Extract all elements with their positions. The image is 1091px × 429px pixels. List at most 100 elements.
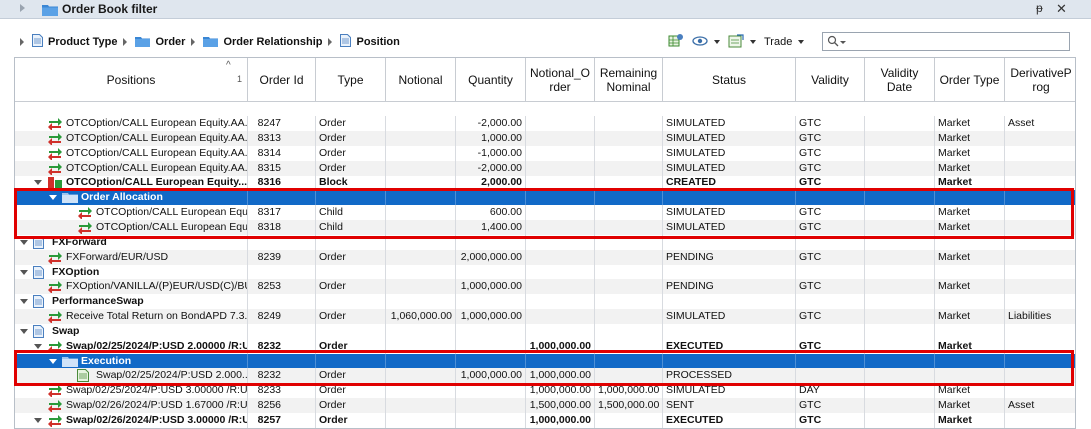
column-header-notional-order[interactable]: Notional_O rder <box>526 58 595 102</box>
breadcrumb-order-relationship[interactable]: Order Relationship <box>191 35 322 50</box>
position-cell[interactable]: OTCOption/CALL European Equi... <box>15 219 248 235</box>
view-button[interactable] <box>692 34 720 51</box>
expand-toggle-icon[interactable] <box>20 299 28 305</box>
buy-sell-arrows-icon <box>47 414 63 428</box>
expand-toggle-icon[interactable] <box>20 239 28 245</box>
breadcrumb-position[interactable]: Position <box>328 34 400 50</box>
table-row[interactable]: Swap/02/25/2024/P:USD 2.000... 8232 Order 1… <box>15 368 1075 384</box>
table-row[interactable]: FXOption/VANILLA/(P)EUR/USD(C)/BU... 8253… <box>15 279 1075 295</box>
group-row[interactable]: Swap <box>15 323 1075 339</box>
order-id-cell <box>248 190 316 206</box>
position-cell[interactable]: PerformanceSwap <box>15 294 248 310</box>
position-cell[interactable]: FXForward <box>15 234 248 250</box>
position-cell[interactable]: OTCOption/CALL European Equity.AA... <box>15 130 248 146</box>
export-icon <box>728 33 744 51</box>
notional-order-cell <box>526 294 595 310</box>
expand-toggle-icon[interactable] <box>34 343 42 349</box>
position-cell[interactable]: FXOption/VANILLA/(P)EUR/USD(C)/BU... <box>15 279 248 295</box>
position-cell[interactable]: Swap/02/25/2024/P:USD 2.00000 /R:U... <box>15 338 248 354</box>
group-row[interactable]: PerformanceSwap <box>15 294 1075 310</box>
position-label: PerformanceSwap <box>52 295 144 308</box>
position-cell[interactable]: OTCOption/CALL European Equi... <box>15 205 248 221</box>
expand-toggle-icon[interactable] <box>20 328 28 334</box>
status-cell: EXECUTED <box>663 338 796 354</box>
type-cell <box>316 323 386 339</box>
position-cell[interactable]: Order Allocation <box>15 190 248 206</box>
position-cell[interactable]: Execution <box>15 353 248 369</box>
position-cell[interactable]: OTCOption/CALL European Equity.AA... <box>15 116 248 131</box>
table-row[interactable]: OTCOption/CALL European Equity.AA... 8247… <box>15 116 1075 131</box>
column-header-type[interactable]: Type <box>316 58 386 102</box>
position-cell[interactable]: FXForward/EUR/USD <box>15 249 248 265</box>
position-cell[interactable]: OTCOption/CALL European Equity.AA... <box>15 145 248 161</box>
table-row[interactable]: FXForward/EUR/USD 8239 Order 2,000,000.00 PE… <box>15 249 1075 265</box>
position-cell[interactable]: Swap/02/25/2024/P:USD 3.00000 /R:U... <box>15 383 248 399</box>
dropdown-arrow-icon[interactable] <box>840 41 846 44</box>
expand-toggle-icon[interactable] <box>49 358 57 364</box>
position-cell[interactable]: FXOption <box>15 264 248 280</box>
table-row[interactable]: Swap/02/25/2024/P:USD 3.00000 /R:U... 823… <box>15 383 1075 399</box>
order-type-cell: Market <box>935 413 1005 428</box>
close-icon[interactable]: ✕ <box>1056 1 1067 17</box>
status-cell: PROCESSED <box>663 368 796 384</box>
table-row[interactable]: OTCOption/CALL European Equity.AA... 8314… <box>15 145 1075 161</box>
breadcrumb-product-type[interactable]: Product Type <box>20 34 117 50</box>
column-header-quantity[interactable]: Quantity <box>456 58 526 102</box>
document-icon <box>340 34 352 50</box>
notional-order-cell <box>526 249 595 265</box>
type-cell: Order <box>316 279 386 295</box>
group-row[interactable]: FXOption <box>15 264 1075 280</box>
position-cell[interactable]: OTCOption/CALL European Equity.AA... <box>15 160 248 176</box>
grid-tools-button[interactable] <box>668 33 684 51</box>
table-row[interactable]: OTCOption/CALL European Equi... 8317 Child… <box>15 205 1075 221</box>
notional-order-cell: 1,000,000.00 <box>526 413 595 428</box>
expand-toggle-icon[interactable] <box>34 180 42 186</box>
trade-menu[interactable]: Trade <box>764 36 805 48</box>
column-header-positions[interactable]: Positions ^ 1 <box>15 58 248 102</box>
dropdown-arrow-icon <box>714 40 720 44</box>
table-row[interactable]: OTCOption/CALL European Equity.... 8316 Bl… <box>15 175 1075 191</box>
column-header-order-type[interactable]: Order Type <box>935 58 1005 102</box>
position-cell[interactable]: Receive Total Return on BondAPD 7.3... <box>15 309 248 325</box>
column-header-validity-date[interactable]: Validity Date <box>865 58 935 102</box>
notional-cell <box>386 160 456 176</box>
position-cell[interactable]: Swap <box>15 323 248 339</box>
position-cell[interactable]: Swap/02/26/2024/P:USD 3.00000 /R:U... <box>15 413 248 428</box>
search-input[interactable] <box>822 32 1070 51</box>
position-cell[interactable]: OTCOption/CALL European Equity.... <box>15 175 248 191</box>
notional-order-cell: 1,000,000.00 <box>526 338 595 354</box>
pin-icon[interactable]: ᵽ <box>1036 1 1043 15</box>
collapse-arrow-icon[interactable] <box>20 4 25 12</box>
dropdown-arrow-icon <box>798 40 805 44</box>
quantity-cell <box>456 398 526 414</box>
position-cell[interactable]: Swap/02/26/2024/P:USD 1.67000 /R:U... <box>15 398 248 414</box>
table-row[interactable]: Swap/02/25/2024/P:USD 2.00000 /R:U... 823… <box>15 338 1075 354</box>
column-header-order-id[interactable]: Order Id <box>248 58 316 102</box>
remaining-nominal-cell <box>595 353 663 369</box>
table-row[interactable]: Receive Total Return on BondAPD 7.3... 82… <box>15 309 1075 325</box>
table-row[interactable]: OTCOption/CALL European Equity.AA... 8315… <box>15 160 1075 176</box>
position-label: Swap/02/25/2024/P:USD 2.00000 /R:U... <box>66 339 248 352</box>
table-row[interactable]: Swap/02/26/2024/P:USD 3.00000 /R:U... 825… <box>15 413 1075 428</box>
column-header-validity[interactable]: Validity <box>796 58 865 102</box>
column-header-derivative-prog[interactable]: DerivativeP rog <box>1005 58 1075 102</box>
order-id-cell: 8232 <box>248 338 316 354</box>
group-row[interactable]: FXForward <box>15 234 1075 250</box>
type-cell: Order <box>316 130 386 146</box>
export-button[interactable] <box>728 33 756 51</box>
order-id-cell: 8249 <box>248 309 316 325</box>
validity-cell <box>796 264 865 280</box>
position-cell[interactable]: Swap/02/25/2024/P:USD 2.000... <box>15 368 248 384</box>
column-header-remaining-nominal[interactable]: Remaining Nominal <box>595 58 663 102</box>
table-row[interactable]: OTCOption/CALL European Equi... 8318 Child… <box>15 219 1075 235</box>
expand-toggle-icon[interactable] <box>49 195 57 201</box>
breadcrumb-order[interactable]: Order <box>123 35 185 50</box>
table-row[interactable]: OTCOption/CALL European Equity.AA... 8313… <box>15 130 1075 146</box>
expand-toggle-icon[interactable] <box>20 269 28 275</box>
table-row[interactable]: Swap/02/26/2024/P:USD 1.67000 /R:U... 825… <box>15 398 1075 414</box>
column-header-notional[interactable]: Notional <box>386 58 456 102</box>
column-header-status[interactable]: Status <box>663 58 796 102</box>
expand-toggle-icon[interactable] <box>34 418 42 423</box>
category-row[interactable]: Order Allocation <box>15 190 1075 206</box>
category-row[interactable]: Execution <box>15 353 1075 369</box>
